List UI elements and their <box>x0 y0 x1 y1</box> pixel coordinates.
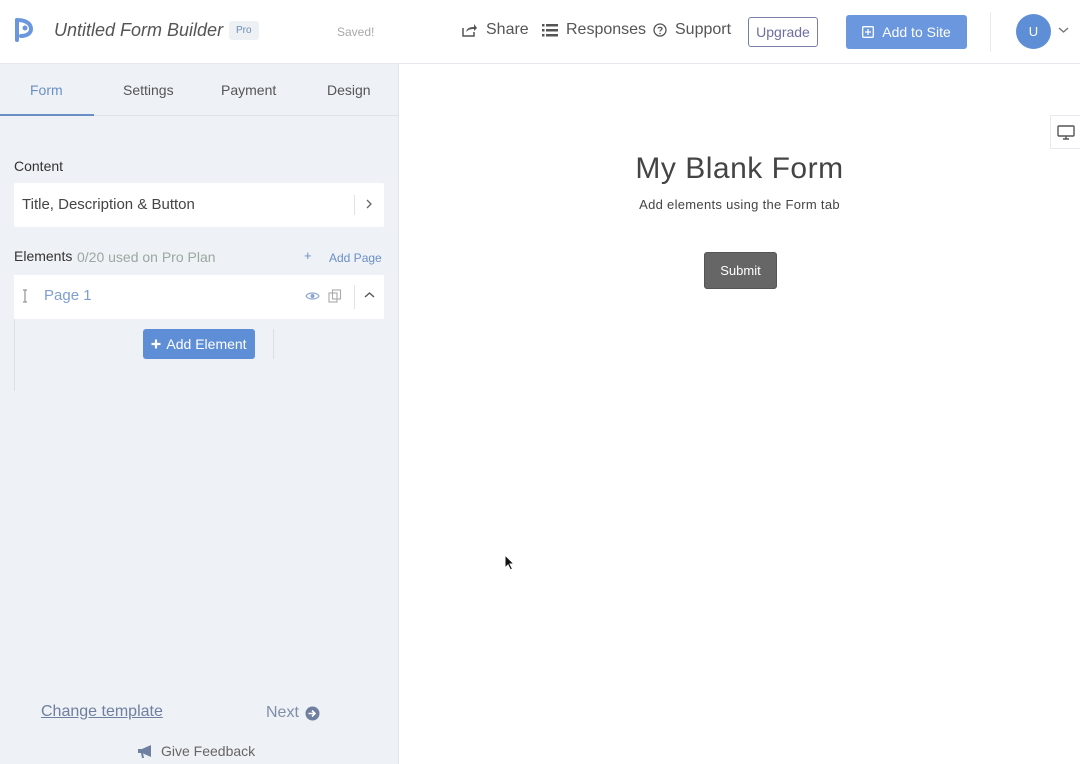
app-logo-icon[interactable] <box>13 16 33 44</box>
add-element-label: Add Element <box>166 336 247 352</box>
tab-design[interactable]: Design <box>327 82 371 98</box>
form-heading[interactable]: My Blank Form <box>399 152 1080 186</box>
divider <box>354 285 355 309</box>
save-status: Saved! <box>337 25 375 39</box>
list-icon <box>542 23 558 36</box>
builder-sidebar: Form Settings Payment Design Content Tit… <box>0 64 399 764</box>
upgrade-button[interactable]: Upgrade <box>748 17 818 47</box>
device-preview-toggle[interactable] <box>1050 115 1080 149</box>
arrow-circle-right-icon <box>305 706 320 720</box>
add-page-link[interactable]: Add Page <box>329 251 382 265</box>
support-label: Support <box>675 21 732 38</box>
give-feedback-button[interactable]: Give Feedback <box>137 743 255 759</box>
responses-button[interactable]: Responses <box>542 21 646 39</box>
feedback-label: Give Feedback <box>161 743 256 759</box>
chevron-up-icon[interactable] <box>364 291 375 299</box>
duplicate-icon[interactable] <box>328 289 342 303</box>
eye-icon[interactable] <box>305 291 320 301</box>
elements-section-label: Elements <box>14 248 73 264</box>
tab-form[interactable]: Form <box>30 82 63 98</box>
plus-icon <box>151 339 161 349</box>
add-page-plus-icon[interactable]: + <box>304 248 312 263</box>
sidebar-tabs: Form Settings Payment Design <box>0 64 398 116</box>
drag-handle-icon[interactable] <box>22 289 28 303</box>
content-settings-row[interactable]: Title, Description & Button <box>14 183 384 227</box>
megaphone-icon <box>138 744 151 758</box>
content-section-label: Content <box>14 158 64 174</box>
form-preview: My Blank Form Add elements using the For… <box>399 64 1080 764</box>
next-button[interactable]: Next <box>266 704 320 722</box>
responses-label: Responses <box>566 21 647 38</box>
next-label: Next <box>266 704 299 721</box>
page-label[interactable]: Page 1 <box>44 287 92 304</box>
plan-badge: Pro <box>229 21 259 40</box>
chevron-right-icon <box>366 199 372 209</box>
share-button[interactable]: Share <box>462 21 529 39</box>
content-row-label: Title, Description & Button <box>22 196 195 213</box>
user-avatar[interactable]: U <box>1016 14 1051 49</box>
header-divider <box>990 12 991 52</box>
add-to-site-button[interactable]: Add to Site <box>846 15 967 49</box>
change-template-link[interactable]: Change template <box>41 703 163 721</box>
help-circle-icon <box>653 23 667 37</box>
divider <box>354 195 355 215</box>
submit-button[interactable]: Submit <box>704 252 777 289</box>
form-title-editable[interactable]: Untitled Form Builder <box>54 20 223 41</box>
page-body-border <box>14 319 15 391</box>
desktop-icon <box>1056 124 1075 140</box>
mouse-cursor-icon <box>504 554 515 571</box>
page-body-border <box>273 329 274 359</box>
top-bar: Untitled Form Builder Pro Saved! Share R… <box>0 0 1080 64</box>
add-to-site-label: Add to Site <box>882 24 951 40</box>
tab-payment[interactable]: Payment <box>221 82 276 98</box>
tab-settings[interactable]: Settings <box>123 82 174 98</box>
page-row[interactable]: Page 1 <box>14 275 384 319</box>
support-button[interactable]: Support <box>653 21 731 39</box>
active-tab-indicator <box>0 114 94 116</box>
share-icon <box>462 24 477 37</box>
chevron-down-icon[interactable] <box>1058 26 1069 34</box>
elements-usage-count: 0/20 used on Pro Plan <box>77 249 216 265</box>
add-element-button[interactable]: Add Element <box>143 329 255 359</box>
share-label: Share <box>486 21 529 38</box>
form-description[interactable]: Add elements using the Form tab <box>399 197 1080 212</box>
plus-square-icon <box>862 26 875 38</box>
